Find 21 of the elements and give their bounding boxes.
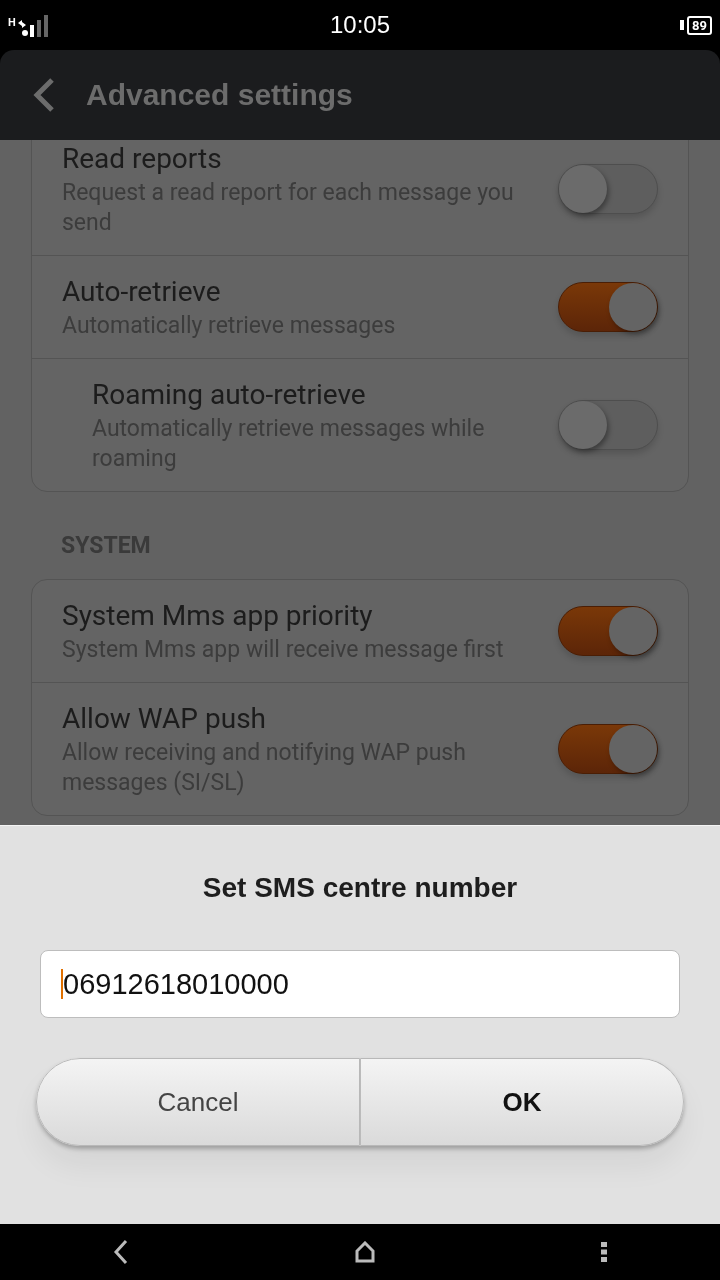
screen-title: Advanced settings (86, 78, 353, 112)
network-type-label: H (8, 17, 16, 28)
toggle-switch[interactable] (558, 606, 658, 656)
setting-title: System Mms app priority (62, 598, 374, 634)
input-field[interactable]: 06912618010000 (40, 950, 680, 1018)
toggle-switch[interactable] (558, 400, 658, 450)
toggle-switch[interactable] (558, 724, 658, 774)
clock: 10:05 (329, 11, 391, 39)
setting-title: Read reports (62, 141, 223, 177)
setting-title: Auto-retrieve (62, 274, 222, 310)
battery-level: 89 (692, 18, 707, 32)
toggle-switch[interactable] (558, 282, 658, 332)
setting-title: Roaming auto-retrieve (92, 377, 367, 413)
menu-icon[interactable] (601, 1242, 607, 1262)
home-icon[interactable] (355, 1241, 375, 1263)
back-icon[interactable] (113, 1239, 129, 1265)
setting-title: Allow WAP push (62, 701, 267, 737)
dialog-title: Set SMS centre number (202, 872, 518, 904)
toggle-switch[interactable] (558, 164, 658, 214)
cancel-button[interactable]: Cancel (36, 1058, 360, 1146)
ok-button[interactable]: OK (360, 1058, 684, 1146)
